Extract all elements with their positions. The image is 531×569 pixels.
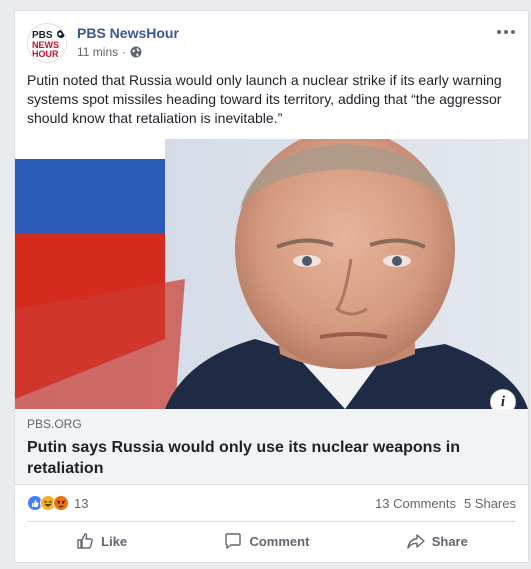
reactions-summary[interactable]: 13: [27, 495, 88, 511]
link-domain: PBS.ORG: [27, 417, 82, 431]
comment-button[interactable]: Comment: [223, 531, 309, 551]
post-timestamp[interactable]: 11 mins: [77, 45, 118, 59]
more-options-icon[interactable]: [496, 27, 516, 37]
page-avatar[interactable]: PBS NEWS HOUR: [27, 23, 67, 63]
comment-icon: [223, 531, 243, 551]
share-button[interactable]: Share: [406, 531, 468, 551]
svg-text:HOUR: HOUR: [32, 49, 59, 59]
engagement-counts: 13 Comments 5 Shares: [375, 496, 516, 511]
post-stats: 13 13 Comments 5 Shares: [27, 489, 516, 517]
reaction-count: 13: [74, 495, 89, 511]
thumbs-up-icon: [75, 531, 95, 551]
post-text: Putin noted that Russia would only launc…: [27, 72, 502, 126]
share-label: Share: [431, 533, 468, 549]
shares-count-link[interactable]: 5 Shares: [464, 496, 516, 511]
link-title[interactable]: Putin says Russia would only use its nuc…: [27, 437, 516, 479]
globe-icon[interactable]: [130, 46, 142, 58]
actions-divider: [27, 521, 516, 522]
angry-reaction-icon: [53, 495, 69, 511]
link-preview[interactable]: PBS.ORG Putin says Russia would only use…: [15, 409, 528, 485]
share-icon: [406, 531, 426, 551]
feed-post: PBS NEWS HOUR PBS NewsHour 11 mins · Put…: [14, 10, 529, 563]
like-label: Like: [101, 533, 128, 549]
page-name-link[interactable]: PBS NewsHour: [77, 25, 179, 41]
post-actions: Like Comment Share: [27, 525, 516, 557]
comment-label: Comment: [249, 533, 310, 549]
like-button[interactable]: Like: [75, 531, 127, 551]
post-header: PBS NEWS HOUR PBS NewsHour 11 mins ·: [27, 23, 516, 63]
pbs-newshour-logo-icon: PBS NEWS HOUR: [28, 24, 66, 62]
post-meta: 11 mins ·: [77, 45, 142, 59]
comments-count-link[interactable]: 13 Comments: [375, 496, 456, 511]
meta-separator: ·: [122, 45, 127, 59]
link-preview-image[interactable]: [15, 139, 528, 409]
